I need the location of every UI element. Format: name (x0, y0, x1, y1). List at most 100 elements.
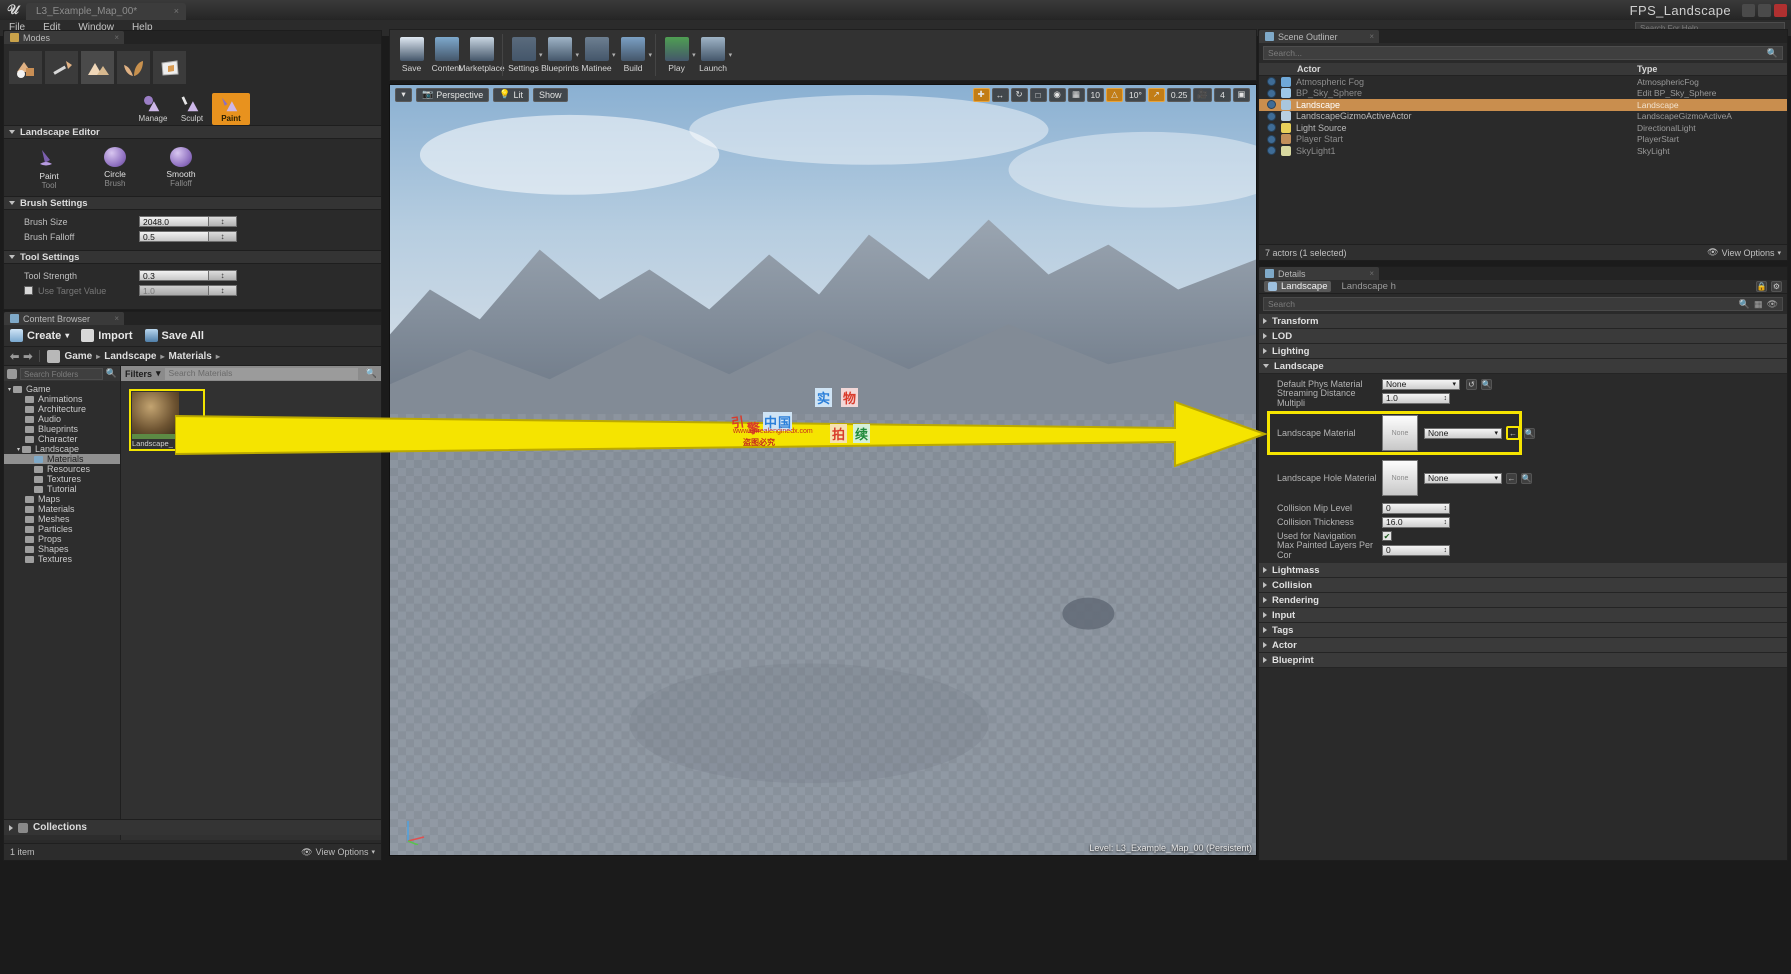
select-mode-icon[interactable]: ✚ (972, 87, 990, 102)
forward-button[interactable]: ➡ (23, 350, 32, 363)
landscape-tool-sculpt[interactable]: Sculpt (173, 93, 211, 125)
camera-speed-value[interactable]: 4 (1214, 87, 1231, 102)
asset-tile-landscape-material[interactable]: Landscape_ Material (129, 389, 205, 451)
folder-node[interactable]: Animations (4, 394, 120, 404)
breadcrumb-game[interactable]: Game (64, 351, 92, 362)
filter-icon[interactable] (7, 368, 17, 379)
category-transform[interactable]: Transform (1259, 314, 1787, 329)
create-button[interactable]: Create ▾ (10, 329, 69, 342)
object-tab-landscape[interactable]: Landscape (1264, 281, 1332, 292)
toolbar-button-settings[interactable]: Settings (506, 31, 541, 79)
close-icon[interactable]: × (1369, 32, 1374, 41)
maximize-viewport-icon[interactable]: ▣ (1233, 87, 1250, 102)
brush-size-input[interactable]: 2048.0 (139, 216, 209, 227)
chevron-down-icon[interactable]: ▾ (649, 51, 653, 59)
visibility-eye-icon[interactable] (1267, 134, 1276, 144)
breadcrumb-materials[interactable]: Materials (169, 351, 212, 362)
folder-node[interactable]: Particles (4, 524, 120, 534)
outliner-row[interactable]: LandscapeGizmoActiveActor LandscapeGizmoA… (1259, 111, 1787, 123)
show-menu-button[interactable]: Show (532, 87, 568, 102)
mode-button-place[interactable] (8, 50, 43, 85)
browse-icon[interactable]: 🔍 (1521, 472, 1532, 484)
toolbar-button-blueprints[interactable]: Blueprints (541, 31, 579, 79)
minimize-button[interactable] (1742, 3, 1755, 17)
close-icon[interactable]: × (1369, 269, 1374, 278)
translate-mode-icon[interactable]: ↔ (991, 87, 1009, 102)
close-icon[interactable]: × (114, 314, 119, 323)
search-icon[interactable]: 🔍 (366, 368, 377, 379)
folder-node[interactable]: Materials (4, 504, 120, 514)
collections-section[interactable]: Collections (4, 819, 381, 835)
breadcrumb-landscape[interactable]: Landscape (104, 351, 156, 362)
toolbar-button-play[interactable]: Play (659, 31, 694, 79)
folder-node[interactable]: Architecture (4, 404, 120, 414)
outliner-search-input[interactable]: Search... 🔍 (1263, 46, 1783, 60)
folder-node[interactable]: Audio (4, 414, 120, 424)
toolbar-button-save[interactable]: Save (394, 31, 429, 79)
brush-size-stepper[interactable]: ↕ (209, 216, 237, 227)
reset-arrow-icon[interactable]: ↺ (1466, 378, 1477, 390)
browse-icon[interactable]: 🔍 (1524, 427, 1535, 439)
folder-node[interactable]: Materials (4, 454, 120, 464)
folder-node[interactable]: Meshes (4, 514, 120, 524)
outliner-row[interactable]: SkyLight1 SkyLight (1259, 145, 1787, 157)
visibility-eye-icon[interactable] (1267, 123, 1276, 133)
landscape-tool-paint[interactable]: Paint (212, 93, 250, 125)
folder-node[interactable]: Textures (4, 554, 120, 564)
tool-strength-input[interactable]: 0.3 (139, 270, 209, 281)
category-lod[interactable]: LOD (1259, 329, 1787, 344)
scale-mode-icon[interactable]: □ (1029, 87, 1047, 102)
folder-node[interactable]: Props (4, 534, 120, 544)
folder-node[interactable]: Resources (4, 464, 120, 474)
close-icon[interactable]: × (174, 6, 179, 16)
collision-thickness-input[interactable]: 16.0 ↕ (1382, 516, 1450, 528)
viewport-options-button[interactable]: ▾ (395, 87, 412, 102)
import-button[interactable]: Import (81, 329, 133, 342)
tab-scene-outliner[interactable]: Scene Outliner × (1259, 30, 1379, 43)
folder-node[interactable]: Maps (4, 494, 120, 504)
landscape-tool-manage[interactable]: Manage (134, 93, 172, 125)
back-button[interactable]: ⬅ (10, 350, 19, 363)
category-lightmass[interactable]: Lightmass (1259, 563, 1787, 578)
landscape-hole-material-combo[interactable]: None ▾ (1424, 472, 1502, 484)
category-input[interactable]: Input (1259, 608, 1787, 623)
toolbar-button-launch[interactable]: Launch (696, 31, 731, 79)
view-options-button[interactable]: 👁 View Options ▾ (301, 847, 375, 858)
category-landscape[interactable]: Landscape (1259, 359, 1787, 374)
visibility-eye-icon[interactable] (1267, 111, 1276, 121)
browse-icon[interactable]: 🔍 (1481, 378, 1492, 390)
folder-node[interactable]: ▾ Landscape (4, 444, 120, 454)
rotate-mode-icon[interactable]: ↻ (1010, 87, 1028, 102)
category-lighting[interactable]: Lighting (1259, 344, 1787, 359)
column-header-type[interactable]: Type (1637, 64, 1787, 74)
asset-search-input[interactable]: Search Materials (164, 367, 358, 380)
outliner-row[interactable]: Atmospheric Fog AtmosphericFog (1259, 76, 1787, 88)
category-actor[interactable]: Actor (1259, 638, 1787, 653)
streaming-distance-input[interactable]: 1.0 ↕ (1382, 392, 1450, 404)
mode-button-foliage[interactable] (116, 50, 151, 85)
brush-falloff-input[interactable]: 0.5 (139, 231, 209, 242)
collision-mip-level-input[interactable]: 0 ↕ (1382, 502, 1450, 514)
grid-snap-toggle[interactable]: ▦ (1067, 87, 1085, 102)
used-for-navigation-checkbox[interactable]: ✔ (1382, 531, 1392, 541)
toolbar-button-matinee[interactable]: Matinee (579, 31, 614, 79)
save-all-button[interactable]: Save All (144, 329, 204, 342)
tab-details[interactable]: Details × (1259, 267, 1379, 280)
folder-search-input[interactable]: Search Folders (20, 367, 103, 380)
toolbar-button-marketplace[interactable]: Marketplace (458, 31, 505, 79)
category-rendering[interactable]: Rendering (1259, 593, 1787, 608)
landscape-hole-material-thumbnail[interactable]: None (1382, 460, 1418, 496)
close-icon[interactable]: × (114, 33, 119, 42)
level-viewport[interactable]: ▾ 📷 Perspective 💡 Lit Show ✚ ↔ ↻ □ ◉ ▦ 1… (389, 84, 1257, 856)
rotation-snap-toggle[interactable]: △ (1106, 87, 1123, 102)
circle-brush-selector[interactable]: Circle Brush (88, 147, 142, 190)
maximize-button[interactable] (1758, 3, 1771, 17)
close-window-button[interactable] (1774, 3, 1787, 17)
folder-node[interactable]: Tutorial (4, 484, 120, 494)
smooth-falloff-selector[interactable]: Smooth Falloff (154, 147, 208, 190)
outliner-row[interactable]: Landscape Landscape (1259, 99, 1787, 111)
tab-content-browser[interactable]: Content Browser × (4, 312, 124, 325)
folder-node[interactable]: Blueprints (4, 424, 120, 434)
grid-snap-value[interactable]: 10 (1086, 87, 1104, 102)
use-target-value-checkbox[interactable] (24, 286, 33, 295)
